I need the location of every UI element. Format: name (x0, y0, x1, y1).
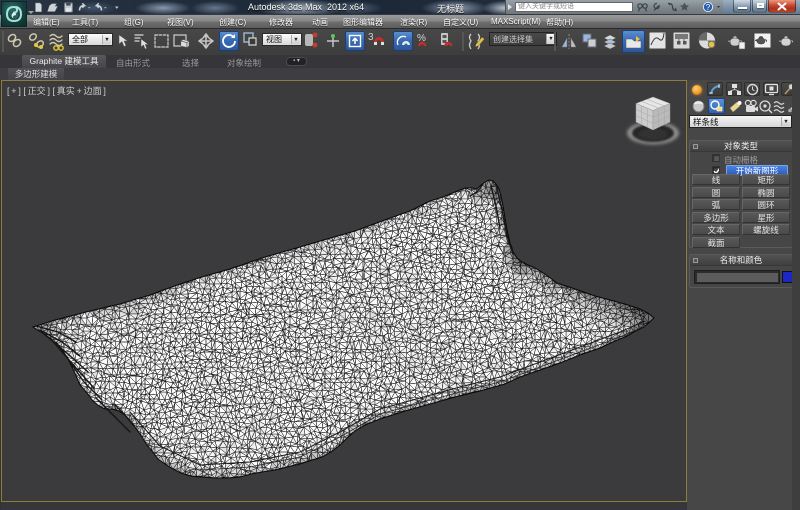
svg-text:?: ? (706, 3, 711, 12)
svg-text:3: 3 (368, 32, 374, 43)
